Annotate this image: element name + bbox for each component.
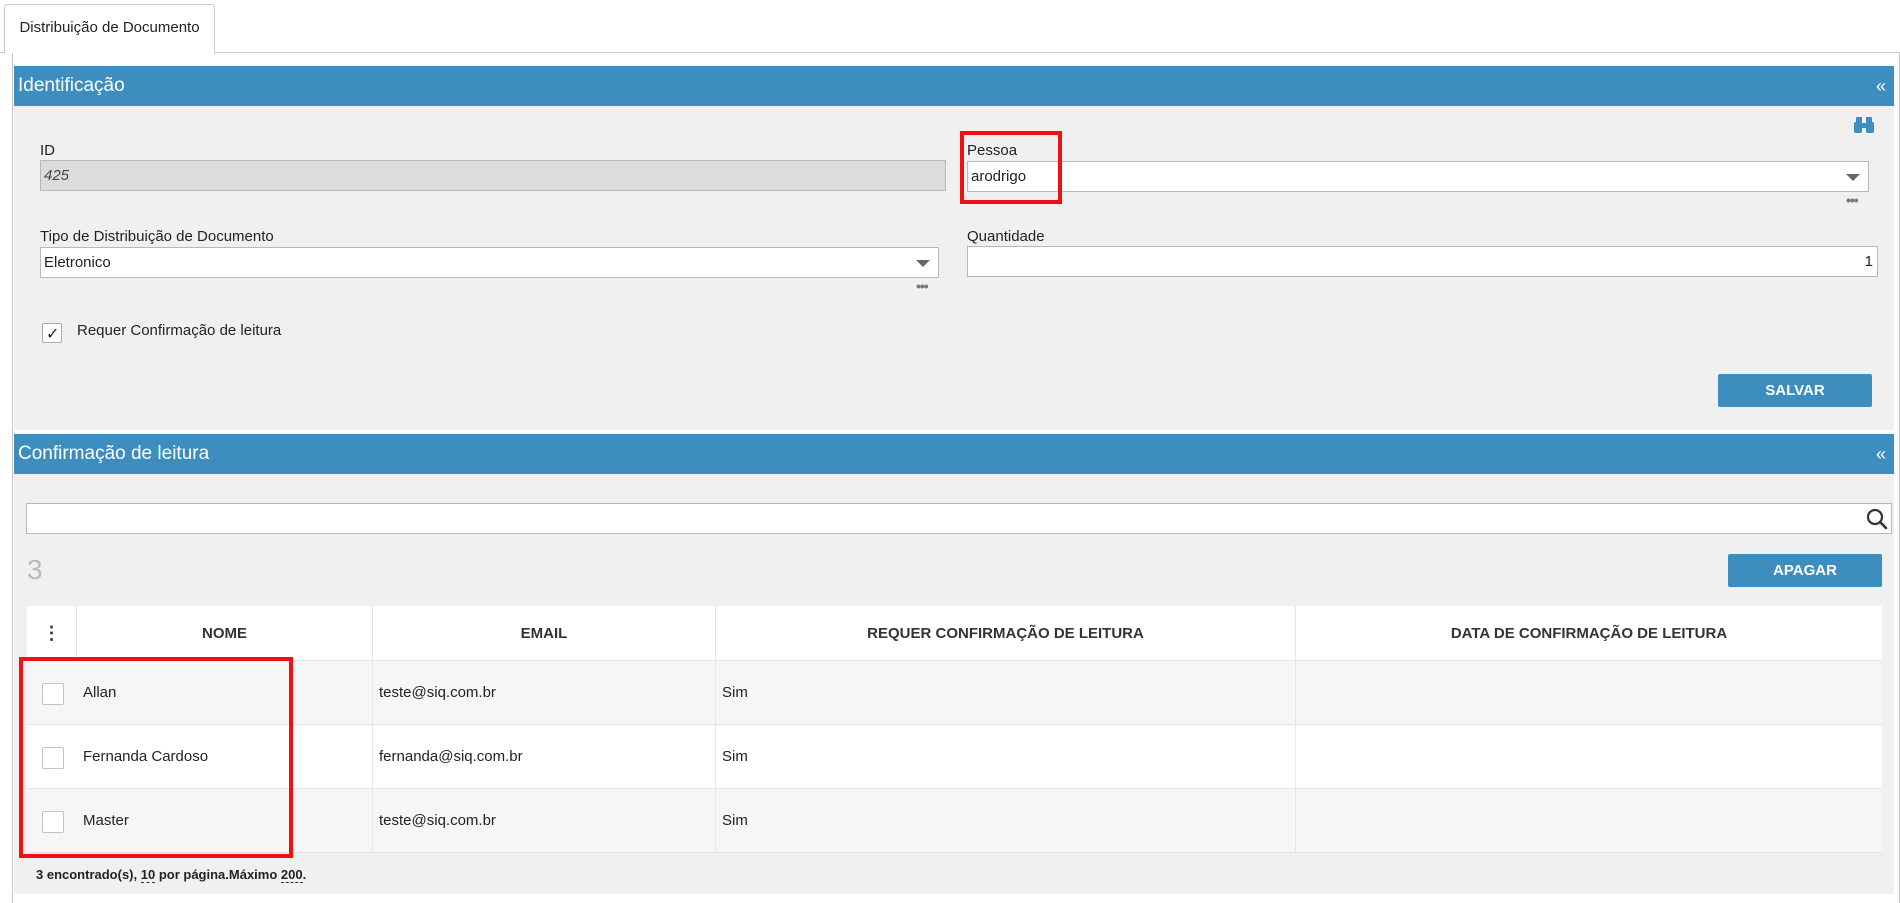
search-input[interactable]	[26, 503, 1892, 534]
cell-nome: Master	[77, 789, 373, 853]
cell-email: teste@siq.com.br	[373, 661, 716, 725]
cell-nome: Allan	[77, 661, 373, 725]
max-select[interactable]: 200	[280, 867, 303, 883]
chevron-down-icon[interactable]	[916, 260, 930, 267]
confirmacao-header[interactable]: Confirmação de leitura «	[14, 434, 1894, 474]
table-row[interactable]: Allan teste@siq.com.br Sim	[27, 661, 1882, 725]
delete-button[interactable]: APAGAR	[1728, 554, 1882, 587]
row-checkbox[interactable]	[42, 811, 64, 833]
per-page-select[interactable]: 10	[140, 867, 156, 883]
cell-email: teste@siq.com.br	[373, 789, 716, 853]
tab-distribuicao-documento[interactable]: Distribuição de Documento	[4, 4, 215, 54]
cell-requer: Sim	[716, 789, 1296, 853]
cell-nome: Fernanda Cardoso	[77, 725, 373, 789]
id-field: 425	[40, 160, 946, 191]
row-checkbox[interactable]	[42, 747, 64, 769]
cell-requer: Sim	[716, 661, 1296, 725]
more-options-icon[interactable]: •••	[1846, 192, 1859, 208]
tipo-label: Tipo de Distribuição de Documento	[40, 228, 274, 245]
identificacao-body: ID 425 Pessoa arodrigo ••• Tipo de Distr…	[14, 106, 1894, 430]
cell-requer: Sim	[716, 725, 1296, 789]
column-header-requer[interactable]: REQUER CONFIRMAÇÃO DE LEITURA	[716, 606, 1296, 661]
more-options-icon[interactable]: •••	[916, 278, 929, 294]
cell-data	[1296, 725, 1882, 789]
quantidade-label: Quantidade	[967, 228, 1045, 245]
pessoa-label: Pessoa	[967, 142, 1018, 159]
requer-confirmacao-checkbox[interactable]	[42, 323, 62, 344]
pessoa-value: arodrigo	[971, 168, 1027, 185]
table-header: ⋮ NOME EMAIL REQUER CONFIRMAÇÃO DE LEITU…	[27, 606, 1882, 661]
column-header-email[interactable]: EMAIL	[373, 606, 716, 661]
search-icon[interactable]	[1866, 508, 1888, 534]
identificacao-header[interactable]: Identificação «	[14, 66, 1894, 106]
column-header-nome[interactable]: NOME	[77, 606, 373, 661]
column-menu-icon[interactable]: ⋮	[27, 606, 77, 661]
tipo-select[interactable]: Eletronico	[40, 247, 939, 278]
table-row[interactable]: Fernanda Cardoso fernanda@siq.com.br Sim	[27, 725, 1882, 789]
cell-data	[1296, 661, 1882, 725]
table-row[interactable]: Master teste@siq.com.br Sim	[27, 789, 1882, 853]
pagination-footer: 3 encontrado(s), 10 por página.Máximo 20…	[36, 867, 307, 883]
found-count: 3 encontrado(s),	[36, 867, 141, 882]
column-header-data[interactable]: DATA DE CONFIRMAÇÃO DE LEITURA	[1296, 606, 1882, 661]
tipo-value: Eletronico	[44, 254, 111, 271]
per-page-suffix: por página.Máximo	[155, 867, 281, 882]
binoculars-icon[interactable]	[1854, 116, 1874, 134]
save-button[interactable]: SALVAR	[1718, 374, 1872, 407]
requer-confirmacao-label: Requer Confirmação de leitura	[77, 322, 282, 339]
cell-email: fernanda@siq.com.br	[373, 725, 716, 789]
confirmacao-title: Confirmação de leitura	[18, 443, 210, 464]
tab-strip: Distribuição de Documento	[0, 0, 1900, 54]
cell-data	[1296, 789, 1882, 853]
collapse-icon[interactable]: «	[1876, 66, 1886, 106]
footer-end: .	[302, 867, 307, 882]
identificacao-title: Identificação	[18, 75, 125, 96]
row-checkbox[interactable]	[42, 683, 64, 705]
quantidade-input[interactable]: 1	[967, 246, 1878, 277]
record-count: 3	[27, 554, 43, 585]
id-label: ID	[40, 142, 55, 159]
collapse-icon[interactable]: «	[1876, 434, 1886, 474]
chevron-down-icon[interactable]	[1846, 174, 1860, 181]
pessoa-select[interactable]: arodrigo	[967, 161, 1869, 192]
